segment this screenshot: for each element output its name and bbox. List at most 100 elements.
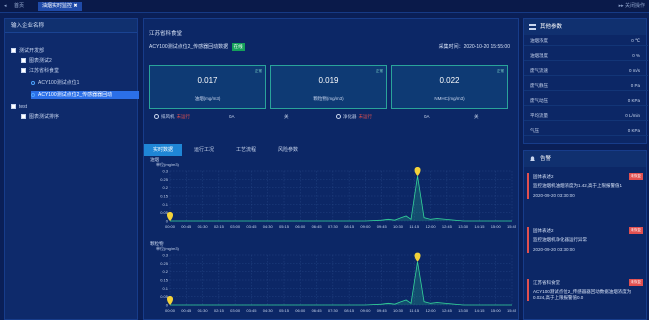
x-tick-label: 11:15: [409, 224, 419, 229]
top-tab-bar: ◂ 首页 油烟实时监控 ✖ ▸▸ 关闭操作: [0, 0, 649, 13]
checkbox-icon[interactable]: [11, 48, 16, 54]
tree-node-label: test: [19, 104, 28, 110]
y-tick-label: 0.15: [160, 278, 169, 283]
alarm-item[interactable]: 固体表述2 未恢复 监控油烟机油烟浓度为1.42,高于上限报警值1 2020-09-2…: [527, 173, 643, 199]
series-line: [170, 261, 512, 306]
chart-ylabel: 单位(mg/m3): [156, 245, 180, 251]
param-row: 平均流量 0 L/min: [524, 110, 648, 121]
tab-home[interactable]: 首页: [14, 2, 24, 11]
alarm-header: 告警: [524, 151, 646, 167]
enterprise-search-input[interactable]: 输入企业名称: [5, 19, 137, 33]
collect-time: 采集时间：2020-10-20 15:55:00: [438, 44, 510, 50]
purifier-state: 未运行: [358, 114, 373, 119]
tree-node-label: 江苏省科食堂: [29, 68, 60, 74]
alarm-status-badge: 未恢复: [628, 227, 643, 234]
purifier-name: 净化器: [343, 114, 357, 119]
oil-fume-label: 油烟(mg/m3): [194, 96, 221, 101]
other-params-panel: 其他参数 油烟浓度 0 ℃ 油烟湿度 0 % 废气流速 0 m/s 废气静压 0 Pa 废气动压…: [523, 18, 648, 144]
param-row: 油烟湿度 0 %: [524, 50, 648, 61]
alarm-item[interactable]: 固体表述2 未恢复 监控油烟机净化器运行异常 2020-09-20 03:30:00: [527, 227, 643, 253]
x-tick-label: 01:30: [198, 308, 209, 313]
x-tick-label: 06:45: [312, 224, 323, 229]
tree-node-label: 图表测试排序: [29, 114, 60, 120]
param-value: 0 m/s: [628, 68, 640, 73]
x-tick-label: 01:30: [198, 224, 209, 229]
x-tick-label: 04:30: [263, 308, 274, 313]
nav-back-icon[interactable]: ◂: [4, 2, 7, 11]
tree-node[interactable]: ACY100测试点位1: [31, 79, 79, 87]
param-row: 废气流速 0 m/s: [524, 65, 648, 76]
x-tick-label: 09:00: [360, 224, 371, 229]
checkbox-icon[interactable]: [11, 104, 16, 110]
x-tick-label: 12:00: [426, 224, 437, 229]
exhaust-fan-name: 排风机: [161, 114, 175, 119]
particulate-chart: 颗粒物单位(mg/m3)0.30.250.20.150.10.05000:00 0…: [150, 240, 516, 313]
max-marker: [414, 252, 421, 262]
series-area: [170, 261, 512, 305]
x-tick-label: 00:00: [165, 224, 176, 229]
param-key: 废气动压: [530, 98, 548, 103]
x-tick-label: 13:30: [458, 224, 469, 229]
x-tick-label: 06:00: [295, 308, 306, 313]
alarm-status-badge: 未恢复: [628, 173, 643, 180]
device-line: ACY100测试点位2_传感器回动数据 在线: [149, 43, 245, 51]
tree-node[interactable]: 图表测试2: [21, 57, 52, 65]
x-tick-label: 09:00: [360, 308, 371, 313]
purifier-status: 净化器 未运行: [336, 112, 372, 122]
particulate-label: 颗粒物(mg/m3): [313, 96, 344, 101]
nmhc-card: 正常 0.022 NMHC(mg/m3): [391, 65, 508, 109]
y-tick-label: 0.1: [162, 286, 168, 291]
tree-node-label: ACY100测试点位2_传感器器回动: [38, 92, 113, 98]
param-value: 0 ℃: [631, 38, 640, 43]
checkbox-icon[interactable]: [21, 58, 26, 64]
nmhc-status-tag: 正常: [497, 69, 504, 73]
x-tick-label: 10:30: [393, 308, 404, 313]
checkbox-icon[interactable]: [21, 68, 26, 74]
exhaust-fan-current: 0A: [229, 114, 235, 119]
oil-fume-card: 正常 0.017 油烟(mg/m3): [149, 65, 266, 109]
restaurant-name: 江苏省科食堂: [149, 31, 183, 37]
x-tick-label: 00:00: [165, 308, 176, 313]
param-row: 油烟浓度 0 ℃: [524, 35, 648, 46]
alarm-title: 告警: [540, 156, 552, 162]
purifier-power: 关: [474, 114, 479, 119]
x-tick-label: 15:00: [491, 224, 502, 229]
bell-icon: [530, 156, 535, 161]
y-tick-label: 0.2: [162, 269, 168, 274]
alarm-message: 监控油烟机净化器运行异常: [533, 237, 587, 242]
oil-fume-status-tag: 正常: [255, 69, 262, 73]
checkbox-icon[interactable]: [21, 114, 26, 120]
series-area: [170, 176, 512, 221]
x-tick-label: 07:30: [328, 308, 339, 313]
y-tick-label: 0.1: [162, 202, 168, 207]
param-value: 0 %: [632, 53, 640, 58]
tree-node[interactable]: 测试开发部: [11, 47, 44, 55]
close-all-button[interactable]: ▸▸ 关闭操作: [619, 2, 645, 11]
device-name: ACY100测试点位2_传感器回动数据: [149, 44, 229, 50]
x-tick-label: 08:15: [344, 224, 355, 229]
x-tick-label: 02:15: [214, 224, 225, 229]
x-tick-label: 03:00: [230, 308, 241, 313]
tab-close-icon[interactable]: ✖: [73, 3, 77, 9]
y-tick-label: 0.2: [162, 185, 168, 190]
x-tick-label: 15:45: [507, 224, 516, 229]
alarm-time: 2020-09-20 03:30:00: [533, 193, 575, 198]
alarm-item[interactable]: 江苏省科食堂 未恢复 ACY100测试点位2_传感器器回动数据油烟浓度为 0.024…: [527, 279, 643, 301]
param-row: 废气动压 0 KPa: [524, 95, 648, 106]
tree-node[interactable]: 图表测试排序: [21, 113, 59, 121]
param-row: 气压 0 KPa: [524, 125, 648, 136]
tree-node[interactable]: test: [11, 103, 27, 111]
x-tick-label: 09:45: [377, 308, 388, 313]
tab-realtime-monitor[interactable]: 油烟实时监控 ✖: [38, 2, 82, 11]
point-icon[interactable]: [31, 80, 35, 85]
tree-node[interactable]: 江苏省科食堂: [21, 67, 59, 75]
tree-node[interactable]: ACY100测试点位2_传感器器回动: [31, 91, 139, 99]
alarm-panel: 告警 固体表述2 未恢复 监控油烟机油烟浓度为1.42,高于上限报警值1 2020-0…: [523, 150, 647, 320]
x-tick-label: 11:15: [409, 308, 419, 313]
param-key: 废气流速: [530, 68, 548, 73]
point-icon[interactable]: [31, 92, 35, 97]
nmhc-value: 0.022: [439, 76, 460, 85]
x-tick-label: 04:30: [263, 224, 274, 229]
param-key: 平均流量: [530, 113, 548, 118]
x-tick-label: 03:45: [246, 224, 257, 229]
